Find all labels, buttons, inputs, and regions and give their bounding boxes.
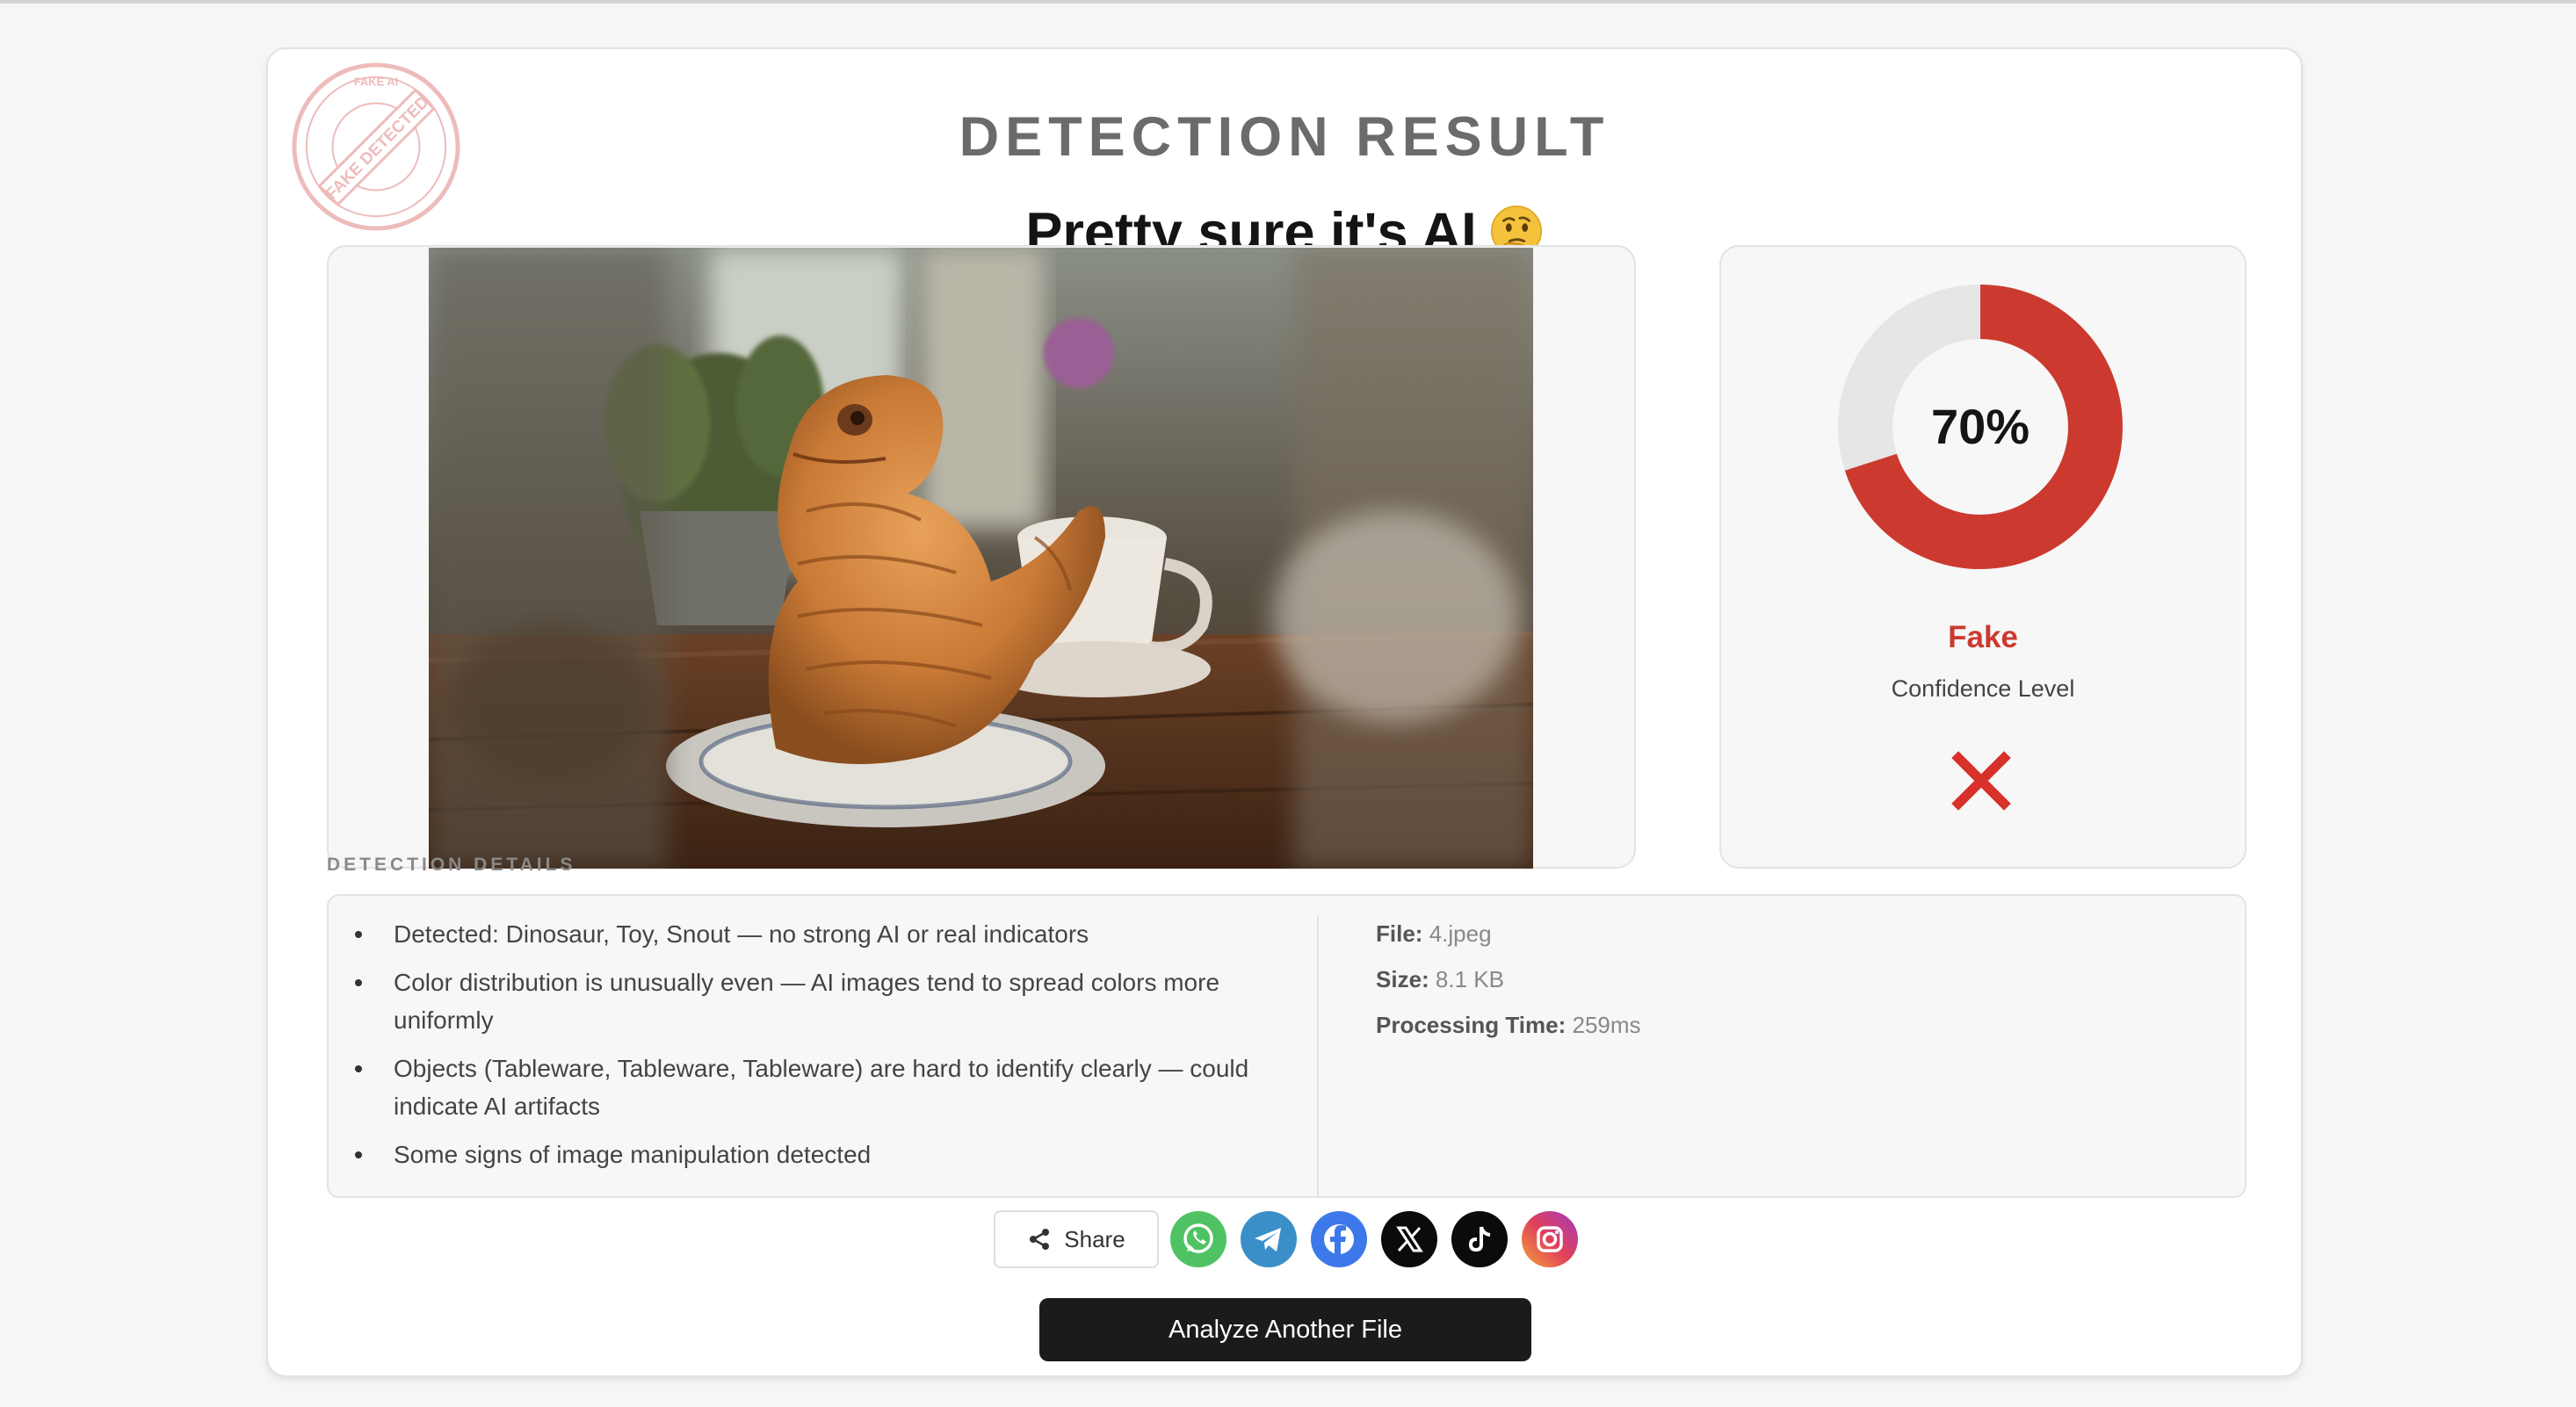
share-button[interactable]: Share — [994, 1210, 1159, 1268]
analyzed-image — [429, 248, 1533, 869]
processing-time-value: 259ms — [1572, 1012, 1641, 1038]
x-logo-icon — [1381, 1211, 1437, 1267]
result-card: FAKE AI FAKE DETECTED DETECTION RESULT P… — [266, 47, 2303, 1377]
whatsapp-icon — [1170, 1211, 1226, 1267]
facebook-share-button[interactable] — [1311, 1211, 1367, 1267]
processing-time-row: Processing Time: 259ms — [1376, 1007, 1641, 1052]
file-name-label: File: — [1376, 920, 1423, 947]
details-item: Detected: Dinosaur, Toy, Snout — no stro… — [355, 915, 1269, 953]
fake-x-icon — [1951, 751, 2011, 811]
tiktok-icon — [1451, 1211, 1508, 1267]
tiktok-share-button[interactable] — [1451, 1211, 1508, 1267]
confidence-panel: 70% Fake Confidence Level — [1719, 245, 2247, 869]
instagram-share-button[interactable] — [1522, 1211, 1578, 1267]
details-list: Detected: Dinosaur, Toy, Snout — no stro… — [355, 915, 1269, 1184]
x-share-button[interactable] — [1381, 1211, 1437, 1267]
details-panel: Detected: Dinosaur, Toy, Snout — no stro… — [327, 894, 2247, 1198]
file-size-label: Size: — [1376, 966, 1429, 992]
confidence-percent: 70% — [1930, 399, 2030, 454]
details-heading: DETECTION DETAILS — [327, 855, 576, 875]
file-size-row: Size: 8.1 KB — [1376, 961, 1641, 1007]
file-name-value: 4.jpeg — [1429, 920, 1492, 947]
file-metadata: File: 4.jpeg Size: 8.1 KB Processing Tim… — [1376, 915, 1641, 1052]
telegram-icon — [1241, 1211, 1297, 1267]
processing-time-label: Processing Time: — [1376, 1012, 1567, 1038]
share-label: Share — [1064, 1225, 1125, 1252]
page-title: DETECTION RESULT — [959, 106, 1610, 168]
telegram-share-button[interactable] — [1241, 1211, 1297, 1267]
analyze-another-file-button[interactable]: Analyze Another File — [1039, 1298, 1531, 1361]
details-item: Some signs of image manipulation detecte… — [355, 1136, 1269, 1173]
whatsapp-share-button[interactable] — [1170, 1211, 1226, 1267]
file-size-value: 8.1 KB — [1435, 966, 1504, 992]
confidence-verdict-label: Fake — [1948, 620, 2018, 654]
facebook-icon — [1311, 1211, 1367, 1267]
top-border — [0, 0, 2576, 4]
share-icon — [1030, 1229, 1050, 1250]
croissant-dinosaur-photo — [429, 248, 1533, 869]
file-name-row: File: 4.jpeg — [1376, 915, 1641, 961]
confidence-level-caption: Confidence Level — [1891, 675, 2075, 702]
svg-text:FAKE AI: FAKE AI — [354, 76, 398, 89]
details-divider — [1317, 915, 1319, 1196]
instagram-icon — [1522, 1211, 1578, 1267]
details-item: Color distribution is unusually even — A… — [355, 963, 1269, 1039]
details-item: Objects (Tableware, Tableware, Tableware… — [355, 1050, 1269, 1125]
